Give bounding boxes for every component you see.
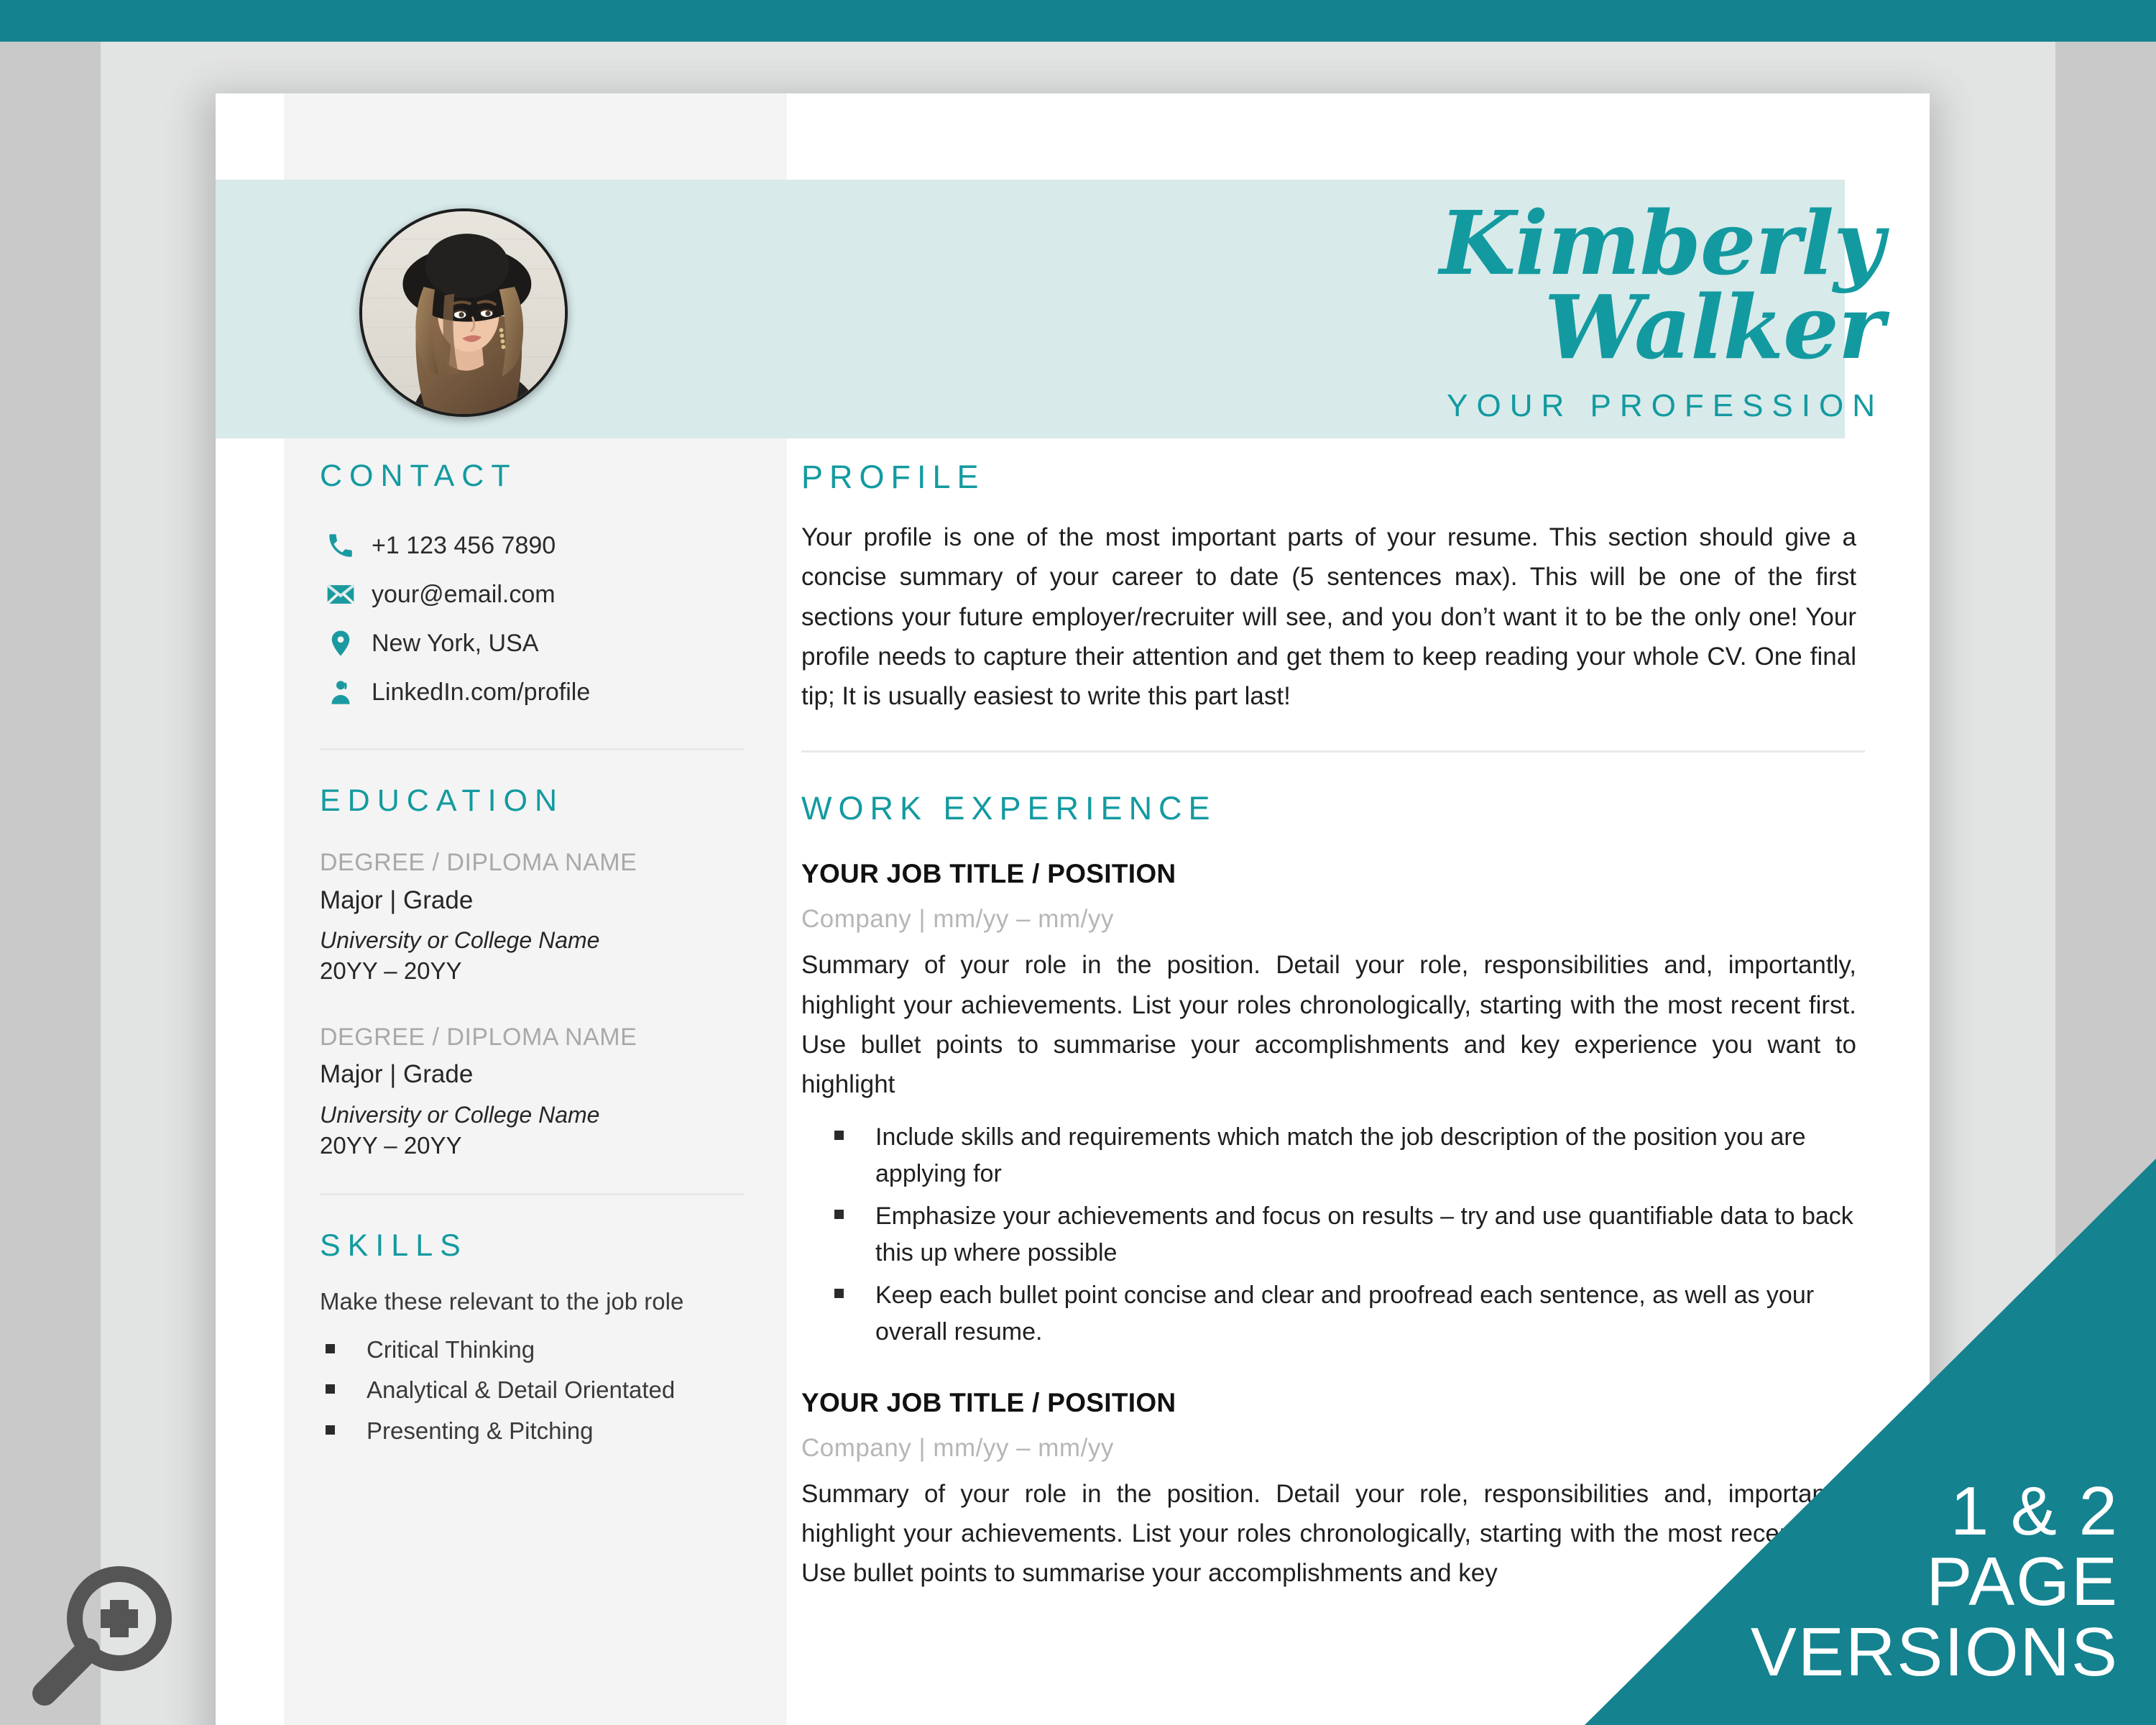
first-name: Kimberly	[1439, 191, 1884, 295]
bullet-square-icon	[834, 1209, 844, 1219]
section-title-profile: PROFILE	[801, 459, 985, 495]
phone-icon	[320, 530, 361, 561]
list-item: Emphasize your achievements and focus on…	[834, 1198, 1865, 1271]
skills-lead-text: Make these relevant to the job role	[320, 1288, 684, 1315]
list-item: Keep each bullet point concise and clear…	[834, 1277, 1865, 1351]
contact-value-linkedin: LinkedIn.com/profile	[372, 678, 591, 706]
education-degree: DEGREE / DIPLOMA NAME	[320, 849, 637, 876]
job-title: YOUR JOB TITLE / POSITION	[801, 859, 1176, 889]
main-divider-1	[801, 750, 1865, 753]
education-years: 20YY – 20YY	[320, 1131, 462, 1159]
job-meta: Company | mm/yy – mm/yy	[801, 1433, 1114, 1462]
skill-label: Analytical & Detail Orientated	[367, 1376, 676, 1404]
sidebar-section-title-education: EDUCATION	[320, 783, 565, 818]
email-icon	[320, 579, 361, 610]
bullet-square-icon	[326, 1425, 335, 1435]
education-entry: DEGREE / DIPLOMA NAME Major | Grade Univ…	[320, 847, 744, 986]
sidebar-divider-1	[320, 748, 744, 750]
ribbon-text: 1 & 2 PAGE VERSIONS	[1572, 1476, 2119, 1688]
sidebar: CONTACT +1 123 456 7890 your@email.com N…	[284, 438, 787, 1725]
contact-row-linkedin[interactable]: LinkedIn.com/profile	[320, 668, 744, 717]
skill-label: Critical Thinking	[367, 1336, 535, 1363]
profession-subtitle: YOUR PROFESSION	[1447, 388, 1884, 424]
skill-label: Presenting & Pitching	[367, 1417, 594, 1444]
education-degree: DEGREE / DIPLOMA NAME	[320, 1023, 637, 1051]
bullet-square-icon	[326, 1344, 335, 1353]
magnifier-plus-icon[interactable]	[30, 1561, 188, 1712]
contact-row-phone[interactable]: +1 123 456 7890	[320, 521, 744, 570]
ribbon-line-2: PAGE	[1926, 1543, 2119, 1621]
list-item: Analytical & Detail Orientated	[320, 1376, 744, 1404]
sidebar-section-title-skills: SKILLS	[320, 1228, 468, 1263]
name-block: Kimberly Walker YOUR PROFESSION	[1165, 191, 1884, 424]
list-item: Presenting & Pitching	[320, 1417, 744, 1445]
avatar-portrait-icon	[362, 211, 565, 414]
job-bullet-list: Include skills and requirements which ma…	[801, 1119, 1865, 1351]
job-bullet-text: Keep each bullet point concise and clear…	[875, 1281, 1815, 1346]
contact-value-location: New York, USA	[372, 629, 539, 657]
linkedin-person-icon	[320, 678, 361, 707]
profile-text: Your profile is one of the most importan…	[801, 523, 1856, 711]
top-accent-bar	[0, 0, 2156, 42]
last-name: Walker	[1544, 275, 1884, 380]
job-summary: Summary of your role in the position. De…	[801, 951, 1856, 1099]
ribbon-line-1: 1 & 2	[1950, 1473, 2119, 1550]
contact-list: +1 123 456 7890 your@email.com New York,…	[320, 521, 744, 717]
bullet-square-icon	[834, 1130, 844, 1140]
location-pin-icon	[320, 628, 361, 658]
job-title: YOUR JOB TITLE / POSITION	[801, 1387, 1176, 1417]
education-institution: University or College Name	[320, 1101, 600, 1128]
education-major: Major | Grade	[320, 886, 474, 914]
contact-row-location[interactable]: New York, USA	[320, 619, 744, 668]
bullet-square-icon	[834, 1288, 844, 1298]
skills-list: Critical Thinking Analytical & Detail Or…	[320, 1335, 744, 1445]
bullet-square-icon	[326, 1384, 335, 1394]
education-years: 20YY – 20YY	[320, 957, 462, 985]
work-entry: YOUR JOB TITLE / POSITION Company | mm/y…	[801, 859, 1865, 1350]
education-institution: University or College Name	[320, 927, 600, 954]
sidebar-divider-2	[320, 1193, 744, 1195]
contact-row-email[interactable]: your@email.com	[320, 570, 744, 619]
job-bullet-text: Include skills and requirements which ma…	[875, 1123, 1806, 1187]
contact-value-email: your@email.com	[372, 580, 556, 608]
education-entry: DEGREE / DIPLOMA NAME Major | Grade Univ…	[320, 1022, 744, 1161]
sidebar-section-title-contact: CONTACT	[320, 459, 517, 493]
avatar	[359, 208, 568, 417]
job-meta: Company | mm/yy – mm/yy	[801, 905, 1114, 934]
job-bullet-text: Emphasize your achievements and focus on…	[875, 1202, 1853, 1266]
sheet-top-strip	[284, 93, 787, 180]
section-title-work-experience: WORK EXPERIENCE	[801, 790, 1217, 827]
contact-value-phone: +1 123 456 7890	[372, 531, 556, 559]
list-item: Include skills and requirements which ma…	[834, 1119, 1865, 1192]
education-major: Major | Grade	[320, 1060, 474, 1088]
ribbon-line-3: VERSIONS	[1750, 1614, 2119, 1691]
list-item: Critical Thinking	[320, 1335, 744, 1364]
